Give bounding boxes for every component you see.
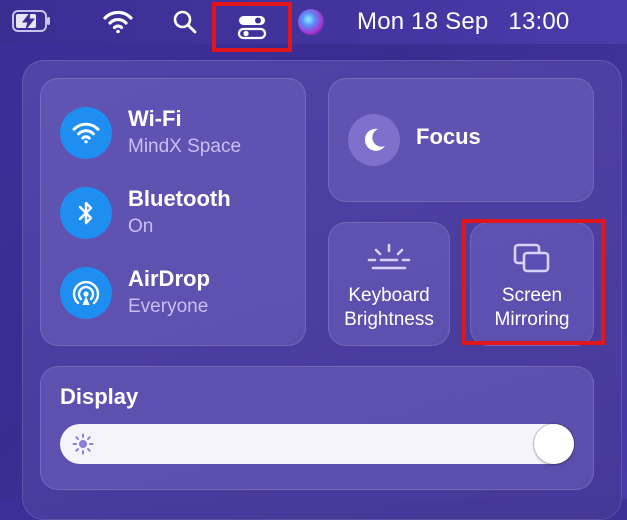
siri-icon[interactable] — [296, 0, 326, 44]
battery-charging-icon[interactable] — [12, 9, 52, 33]
network-tile: Wi-Fi MindX Space Bluetooth On AirDrop E… — [40, 78, 306, 346]
airdrop-icon — [60, 266, 112, 319]
display-tile: Display — [40, 366, 594, 490]
airdrop-status: Everyone — [128, 296, 209, 318]
menu-bar: Mon 18 Sep 13:00 — [0, 0, 627, 52]
highlight-box — [462, 219, 605, 345]
wifi-icon[interactable] — [100, 0, 136, 44]
bluetooth-icon — [60, 186, 112, 239]
moon-icon — [348, 114, 400, 166]
wifi-title: Wi-Fi — [128, 106, 182, 131]
keyboard-brightness-icon — [328, 242, 450, 272]
airdrop-title: AirDrop — [128, 266, 210, 291]
keyboard-brightness-label: Keyboard Brightness — [344, 285, 434, 330]
sun-icon — [72, 433, 94, 455]
focus-label: Focus — [416, 124, 481, 149]
date-text: Mon 18 Sep — [357, 8, 489, 35]
keyboard-brightness-tile[interactable]: Keyboard Brightness — [328, 222, 450, 346]
menu-bar-clock[interactable]: Mon 18 Sep 13:00 — [357, 5, 569, 39]
focus-tile[interactable]: Focus — [328, 78, 594, 202]
wifi-network-name: MindX Space — [128, 136, 242, 158]
wifi-toggle[interactable]: Wi-Fi MindX Space — [60, 106, 241, 159]
highlight-box — [212, 2, 292, 52]
control-center-icon[interactable] — [212, 2, 292, 52]
time-text: 13:00 — [508, 8, 570, 35]
bluetooth-toggle[interactable]: Bluetooth On — [60, 186, 231, 239]
bluetooth-status: On — [128, 216, 154, 238]
slider-knob[interactable] — [534, 424, 574, 464]
display-brightness-slider[interactable] — [60, 424, 574, 464]
bluetooth-title: Bluetooth — [128, 186, 231, 211]
search-icon[interactable] — [170, 0, 200, 44]
wifi-icon — [60, 106, 112, 159]
display-label: Display — [60, 384, 139, 409]
airdrop-toggle[interactable]: AirDrop Everyone — [60, 266, 210, 319]
